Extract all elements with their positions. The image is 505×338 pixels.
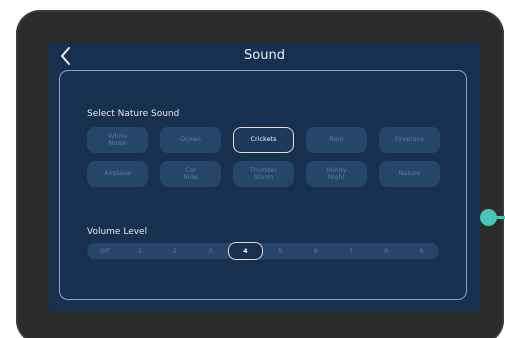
volume-step-off[interactable]: Off <box>87 243 122 259</box>
volume-step-3[interactable]: 3 <box>193 243 228 259</box>
back-button[interactable] <box>57 45 75 67</box>
sound-option-windy-night[interactable]: Windy Night <box>306 161 367 187</box>
chevron-left-icon <box>61 47 70 65</box>
sound-option-ocean[interactable]: Ocean <box>160 127 221 153</box>
sound-option-thunder-storm[interactable]: Thunder Storm <box>233 161 294 187</box>
volume-slider[interactable]: Off 1 2 3 4 5 6 7 8 9 <box>87 242 439 260</box>
nature-sound-label: Select Nature Sound <box>87 109 180 119</box>
sound-option-rain[interactable]: Rain <box>306 127 367 153</box>
header: Sound <box>49 42 480 70</box>
stage: Sound Select Nature Sound Volume Level O… <box>0 0 505 338</box>
page-title: Sound <box>244 48 285 63</box>
callout-line <box>496 216 505 219</box>
sound-option-fireplace[interactable]: Fireplace <box>379 127 440 153</box>
sound-option-airplane[interactable]: Airplane <box>87 161 148 187</box>
volume-step-1[interactable]: 1 <box>122 243 157 259</box>
volume-label: Volume Level <box>87 227 148 237</box>
volume-step-5[interactable]: 5 <box>263 243 298 259</box>
volume-step-8[interactable]: 8 <box>369 243 404 259</box>
volume-step-9[interactable]: 9 <box>404 243 439 259</box>
callout-marker <box>480 209 497 226</box>
sound-option-nature[interactable]: Nature <box>379 161 440 187</box>
sound-option-crickets[interactable]: Crickets <box>233 127 294 153</box>
volume-step-6[interactable]: 6 <box>298 243 333 259</box>
sound-option-white-noise[interactable]: White Noise <box>87 127 148 153</box>
volume-step-7[interactable]: 7 <box>333 243 368 259</box>
volume-step-4[interactable]: 4 <box>227 242 263 260</box>
sound-option-car-ride[interactable]: Car Ride <box>160 161 221 187</box>
volume-step-2[interactable]: 2 <box>157 243 192 259</box>
